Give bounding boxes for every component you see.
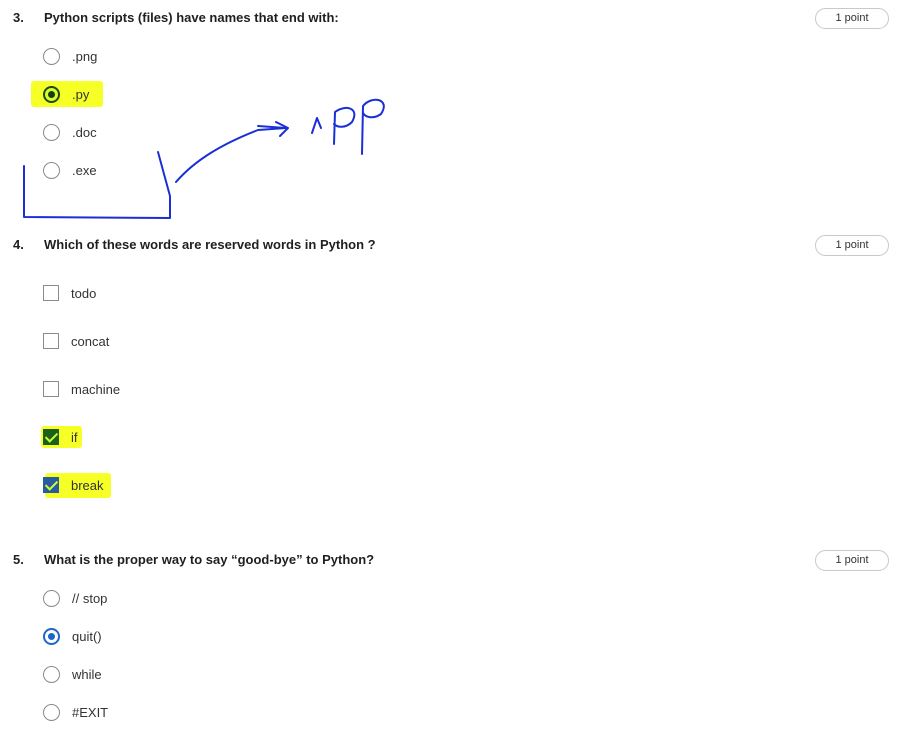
option-label: .exe (72, 162, 97, 178)
option-label: if (71, 429, 78, 445)
radio-button-selected[interactable] (43, 627, 60, 645)
ink-arrow-line (257, 125, 287, 129)
q5-option-quit[interactable]: quit() (43, 626, 102, 646)
q4-option-if[interactable]: if (43, 427, 78, 447)
q5-option-while[interactable]: while (43, 664, 102, 684)
radio-button[interactable] (43, 161, 60, 179)
ink-letter (333, 106, 356, 145)
option-label: #EXIT (72, 704, 109, 720)
q4-option-todo[interactable]: todo (43, 283, 96, 303)
radio-button[interactable] (43, 703, 60, 721)
option-label: .png (72, 48, 98, 64)
ink-letter (361, 98, 385, 155)
question-3-number: 3. (13, 10, 24, 25)
question-5-number: 5. (13, 552, 24, 567)
q4-option-machine[interactable]: machine (43, 379, 120, 399)
checkbox[interactable] (43, 333, 59, 349)
option-label: break (71, 477, 104, 493)
radio-button[interactable] (43, 589, 60, 607)
radio-button[interactable] (43, 665, 60, 683)
checkbox[interactable] (43, 285, 59, 301)
question-5-points-badge: 1 point (815, 550, 889, 571)
handwritten-annotation (23, 98, 385, 219)
q3-option-png[interactable]: .png (43, 46, 97, 66)
q4-option-concat[interactable]: concat (43, 331, 109, 351)
q4-option-break[interactable]: break (43, 475, 104, 495)
q5-option-exit[interactable]: #EXIT (43, 702, 108, 722)
radio-button[interactable] (43, 123, 60, 141)
question-4-number: 4. (13, 237, 24, 252)
question-5-title: What is the proper way to say “good-bye”… (44, 552, 375, 567)
option-label: .doc (72, 124, 97, 140)
option-label: concat (71, 333, 110, 349)
checkbox-checked[interactable] (43, 429, 59, 445)
question-4-title: Which of these words are reserved words … (44, 237, 376, 252)
option-label: while (72, 666, 102, 682)
ink-arrow-head (275, 121, 289, 137)
q3-option-doc[interactable]: .doc (43, 122, 97, 142)
q3-option-exe[interactable]: .exe (43, 160, 97, 180)
option-label: quit() (72, 628, 102, 644)
ink-arrow-line (175, 127, 287, 183)
option-label: .py (72, 86, 90, 102)
ink-letter (311, 117, 322, 134)
question-4-points-badge: 1 point (815, 235, 889, 256)
radio-button[interactable] (43, 47, 60, 65)
q3-option-py[interactable]: .py (43, 84, 89, 104)
checkbox[interactable] (43, 381, 59, 397)
q5-option-stop[interactable]: // stop (43, 588, 107, 608)
question-3-title: Python scripts (files) have names that e… (44, 10, 339, 25)
question-3-points-badge: 1 point (815, 8, 889, 29)
option-label: todo (71, 285, 97, 301)
option-label: machine (71, 381, 121, 397)
radio-button-selected[interactable] (43, 85, 60, 103)
checkbox-checked[interactable] (43, 477, 59, 493)
option-label: // stop (72, 590, 108, 606)
